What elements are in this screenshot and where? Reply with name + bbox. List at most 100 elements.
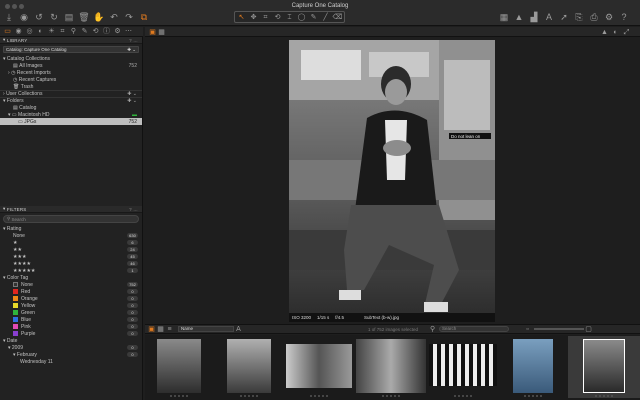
color-tag-row[interactable]: Green 0 bbox=[0, 309, 142, 316]
main-photo[interactable]: Do not lean on ISO 3200 1/15 s f/4.5 Sub… bbox=[289, 40, 495, 322]
single-view-icon[interactable]: ▣ bbox=[148, 27, 157, 38]
capture-tab-icon[interactable]: ◉ bbox=[14, 27, 23, 36]
rotate-left-icon[interactable]: ↺ bbox=[33, 12, 45, 23]
spot-cursor-icon[interactable]: ◯ bbox=[297, 12, 306, 23]
thumbnail[interactable] bbox=[145, 336, 213, 398]
thumbnail[interactable] bbox=[215, 336, 283, 398]
histogram-icon[interactable]: ▟ bbox=[528, 12, 540, 23]
rating-dots[interactable] bbox=[524, 395, 542, 397]
folder-jpgs[interactable]: ▭ JPGs 752 bbox=[0, 118, 142, 125]
composition-tab-icon[interactable]: ⌗ bbox=[58, 27, 67, 36]
date-row[interactable]: ▾ February 0 bbox=[0, 351, 142, 358]
catalog-select[interactable]: Catalog: Capture One Catalog ✚ ⌄ bbox=[3, 46, 139, 53]
color-tag-row[interactable]: Blue 0 bbox=[0, 316, 142, 323]
color-tag-group[interactable]: ▾ Color Tag bbox=[0, 274, 142, 281]
rating-dots[interactable] bbox=[454, 395, 472, 397]
sort-direction-icon[interactable]: A bbox=[234, 324, 243, 335]
color-tab-icon[interactable]: ◐ bbox=[36, 27, 45, 36]
metadata-tab-icon[interactable]: ⓘ bbox=[102, 27, 111, 36]
collection-recent-captures[interactable]: ◷ Recent Captures bbox=[0, 76, 142, 83]
rating-dots[interactable] bbox=[170, 395, 188, 397]
color-tag-row[interactable]: Pink 0 bbox=[0, 323, 142, 330]
filter-icon[interactable]: ⚲ bbox=[428, 324, 437, 335]
exposure-tab-icon[interactable]: ☀ bbox=[47, 27, 56, 36]
warning-icon[interactable]: ▲ bbox=[513, 12, 525, 23]
proof-icon[interactable]: ◐ bbox=[611, 27, 620, 38]
thumbnail[interactable] bbox=[355, 336, 427, 398]
settings-icon[interactable]: ⚙ bbox=[603, 12, 615, 23]
exposure-warning-icon[interactable]: ▲ bbox=[600, 27, 609, 38]
grid-view-icon[interactable]: ▦ bbox=[156, 324, 165, 335]
filter-search-input[interactable]: ⚲ Search bbox=[3, 215, 139, 223]
zoom-fit-icon[interactable]: ⤢ bbox=[622, 27, 631, 38]
thumbnail[interactable] bbox=[500, 336, 566, 398]
date-group[interactable]: ▾ Date bbox=[0, 337, 142, 344]
adjustments-tab-icon[interactable]: ⟲ bbox=[91, 27, 100, 36]
print-icon[interactable]: ⎙ bbox=[588, 12, 600, 23]
folder-macintosh-hd[interactable]: ▾ ▭ Macintosh HD ▬ bbox=[0, 111, 142, 118]
folder-catalog[interactable]: ▤ Catalog bbox=[0, 104, 142, 111]
color-tag-row[interactable]: None 752 bbox=[0, 281, 142, 288]
list-view-icon[interactable]: ≡ bbox=[165, 324, 174, 335]
text-icon[interactable]: A bbox=[543, 12, 555, 23]
library-tab-icon[interactable]: ▭ bbox=[3, 27, 12, 36]
import-icon[interactable]: ⤓ bbox=[3, 12, 15, 23]
select-cursor-icon[interactable]: ↖ bbox=[237, 12, 246, 23]
lens-tab-icon[interactable]: ◎ bbox=[25, 27, 34, 36]
rating-row[interactable]: ★★★★ 46 bbox=[0, 260, 142, 267]
thumb-size-slider[interactable] bbox=[534, 328, 585, 330]
delete-icon[interactable]: ▤ bbox=[63, 12, 75, 23]
thumbnail-view-icon[interactable]: ▣ bbox=[147, 324, 156, 335]
rating-row[interactable]: ★★ 24 bbox=[0, 246, 142, 253]
color-tag-row[interactable]: Yellow 0 bbox=[0, 302, 142, 309]
rotate-right-icon[interactable]: ↻ bbox=[48, 12, 60, 23]
catalog-collections-group[interactable]: ▾ Catalog Collections bbox=[0, 55, 142, 62]
thumbnail-selected[interactable] bbox=[568, 336, 640, 398]
user-collections-group[interactable]: › User Collections ✚ ⌄ bbox=[0, 90, 142, 97]
hand-icon[interactable]: ✋ bbox=[93, 12, 105, 23]
library-header[interactable]: ▾ LIBRARY? … bbox=[0, 37, 142, 44]
collection-recent-imports[interactable]: › ◷ Recent Imports bbox=[0, 69, 142, 76]
sort-select[interactable]: Name bbox=[178, 326, 234, 332]
pan-cursor-icon[interactable]: ✥ bbox=[249, 12, 258, 23]
collection-all-images[interactable]: ▤ All Images 752 bbox=[0, 62, 142, 69]
date-row[interactable]: Wednesday 11 bbox=[0, 358, 142, 365]
browser-search-input[interactable]: Search bbox=[439, 326, 510, 332]
brush-cursor-icon[interactable]: ╱ bbox=[321, 12, 330, 23]
picker-cursor-icon[interactable]: ✎ bbox=[309, 12, 318, 23]
erase-cursor-icon[interactable]: ⌫ bbox=[333, 12, 343, 23]
edit-layers-icon[interactable]: ⧉ bbox=[138, 12, 150, 23]
undo-icon[interactable]: ↶ bbox=[108, 12, 120, 23]
rating-dots[interactable] bbox=[240, 395, 258, 397]
rating-dots[interactable] bbox=[310, 395, 328, 397]
arrow-icon[interactable]: ➚ bbox=[558, 12, 570, 23]
thumbnail[interactable] bbox=[285, 336, 353, 398]
multi-view-icon[interactable]: ▦ bbox=[157, 27, 166, 38]
thumbnail[interactable] bbox=[428, 336, 498, 398]
rating-row[interactable]: ★ 6 bbox=[0, 239, 142, 246]
rating-row[interactable]: ★★★ 45 bbox=[0, 253, 142, 260]
color-tag-row[interactable]: Orange 0 bbox=[0, 295, 142, 302]
folders-group[interactable]: ▾ Folders ✚ ⌄ bbox=[0, 97, 142, 104]
rating-row[interactable]: ★★★★★ 1 bbox=[0, 267, 142, 274]
help-icon[interactable]: ? bbox=[618, 12, 630, 23]
color-tag-row[interactable]: Purple 0 bbox=[0, 330, 142, 337]
trash-icon[interactable]: 🗑 bbox=[78, 12, 90, 23]
rating-dots[interactable] bbox=[595, 395, 613, 397]
rating-row[interactable]: None 630 bbox=[0, 232, 142, 239]
crop-cursor-icon[interactable]: ⌗ bbox=[261, 12, 270, 23]
local-adj-tab-icon[interactable]: ✎ bbox=[80, 27, 89, 36]
rating-dots[interactable] bbox=[382, 395, 400, 397]
camera-icon[interactable]: ◉ bbox=[18, 12, 30, 23]
details-tab-icon[interactable]: ⚲ bbox=[69, 27, 78, 36]
filters-header[interactable]: ▾ FILTERS? … bbox=[0, 206, 142, 213]
output-tab-icon[interactable]: ⚙ bbox=[113, 27, 122, 36]
redo-icon[interactable]: ↷ bbox=[123, 12, 135, 23]
collection-trash[interactable]: 🗑 Trash bbox=[0, 83, 142, 90]
rating-group[interactable]: ▾ Rating bbox=[0, 225, 142, 232]
color-tag-row[interactable]: Red 0 bbox=[0, 288, 142, 295]
keystone-cursor-icon[interactable]: ⌶ bbox=[285, 12, 294, 23]
grid-icon[interactable]: ▦ bbox=[498, 12, 510, 23]
rotate-cursor-icon[interactable]: ⟲ bbox=[273, 12, 282, 23]
date-row[interactable]: ▾ 2009 0 bbox=[0, 344, 142, 351]
